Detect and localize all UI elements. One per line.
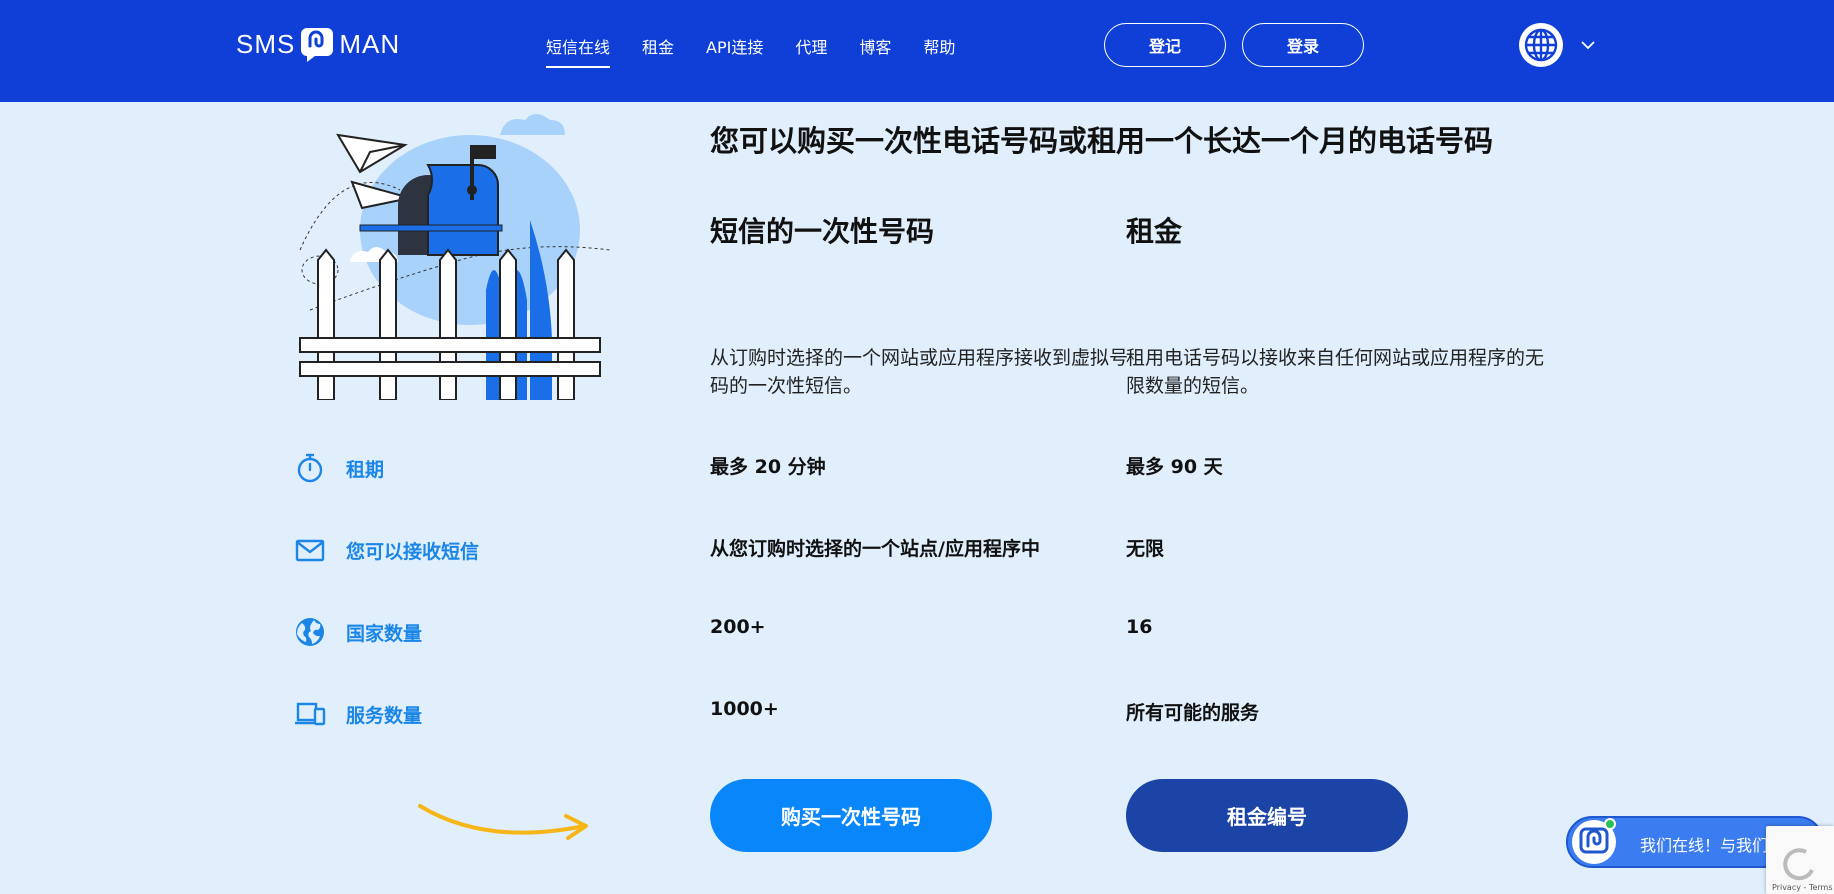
globe-icon <box>1519 23 1563 67</box>
devices-icon <box>295 702 326 726</box>
recaptcha-badge[interactable]: Privacy - Terms <box>1766 826 1834 894</box>
arrow-decoration-icon <box>418 804 588 840</box>
buy-one-time-number-button[interactable]: 购买一次性号码 <box>710 779 992 852</box>
main-nav: 短信在线 租金 API连接 代理 博客 帮助 <box>546 34 987 68</box>
row-label-services: 服务数量 <box>294 698 422 730</box>
nav-item-agent[interactable]: 代理 <box>795 34 827 68</box>
receive-sms-one-time: 从您订购时选择的一个站点/应用程序中 <box>710 538 1040 560</box>
earth-icon <box>296 618 324 646</box>
login-button[interactable]: 登录 <box>1242 23 1364 67</box>
row-label-text: 您可以接收短信 <box>346 540 480 563</box>
logo-mark-icon <box>301 28 334 62</box>
site-logo[interactable]: SMS MAN <box>236 26 400 62</box>
recaptcha-text: Privacy - Terms <box>1772 883 1833 892</box>
row-label-text: 租期 <box>346 458 385 481</box>
nav-item-sms-online[interactable]: 短信在线 <box>546 34 611 68</box>
nav-item-rent[interactable]: 租金 <box>642 34 674 68</box>
stopwatch-icon <box>297 453 323 483</box>
services-rent: 所有可能的服务 <box>1126 702 1260 724</box>
column-desc-one-time: 从订购时选择的一个网站或应用程序接收到虚拟号码的一次性短信。 <box>710 347 1129 397</box>
register-button[interactable]: 登记 <box>1104 23 1226 67</box>
row-label-text: 国家数量 <box>346 622 423 645</box>
language-selector[interactable] <box>1518 22 1596 68</box>
chevron-down-icon <box>1581 41 1595 50</box>
column-title-one-time: 短信的一次性号码 <box>710 215 935 248</box>
envelope-icon <box>295 539 325 562</box>
rent-number-button[interactable]: 租金编号 <box>1126 779 1408 852</box>
row-label-text: 服务数量 <box>346 704 423 727</box>
page-headline: 您可以购买一次性电话号码或租用一个长达一个月的电话号码 <box>710 124 1494 158</box>
mailbox-illustration <box>299 114 610 400</box>
rental-period-rent: 最多 90 天 <box>1126 456 1223 478</box>
logo-text-left: SMS <box>236 28 296 59</box>
countries-one-time: 200+ <box>710 616 766 638</box>
row-label-countries: 国家数量 <box>294 616 422 648</box>
logo-text-right: MAN <box>339 28 401 59</box>
nav-item-api[interactable]: API连接 <box>706 34 763 68</box>
nav-item-help[interactable]: 帮助 <box>923 34 955 68</box>
services-one-time: 1000+ <box>710 698 779 720</box>
rental-period-one-time: 最多 20 分钟 <box>710 456 826 478</box>
top-header: SMS MAN 短信在线 租金 API连接 代理 博客 帮助 登记 登录 <box>0 0 1834 102</box>
row-label-rental-period: 租期 <box>294 452 384 484</box>
nav-item-blog[interactable]: 博客 <box>859 34 891 68</box>
column-title-rent: 租金 <box>1126 215 1183 248</box>
row-label-receive-sms: 您可以接收短信 <box>294 534 479 566</box>
receive-sms-rent: 无限 <box>1126 538 1165 560</box>
online-status-dot <box>1604 818 1616 830</box>
countries-rent: 16 <box>1126 616 1153 638</box>
column-desc-rent: 租用电话号码以接收来自任何网站或应用程序的无限数量的短信。 <box>1126 347 1545 397</box>
